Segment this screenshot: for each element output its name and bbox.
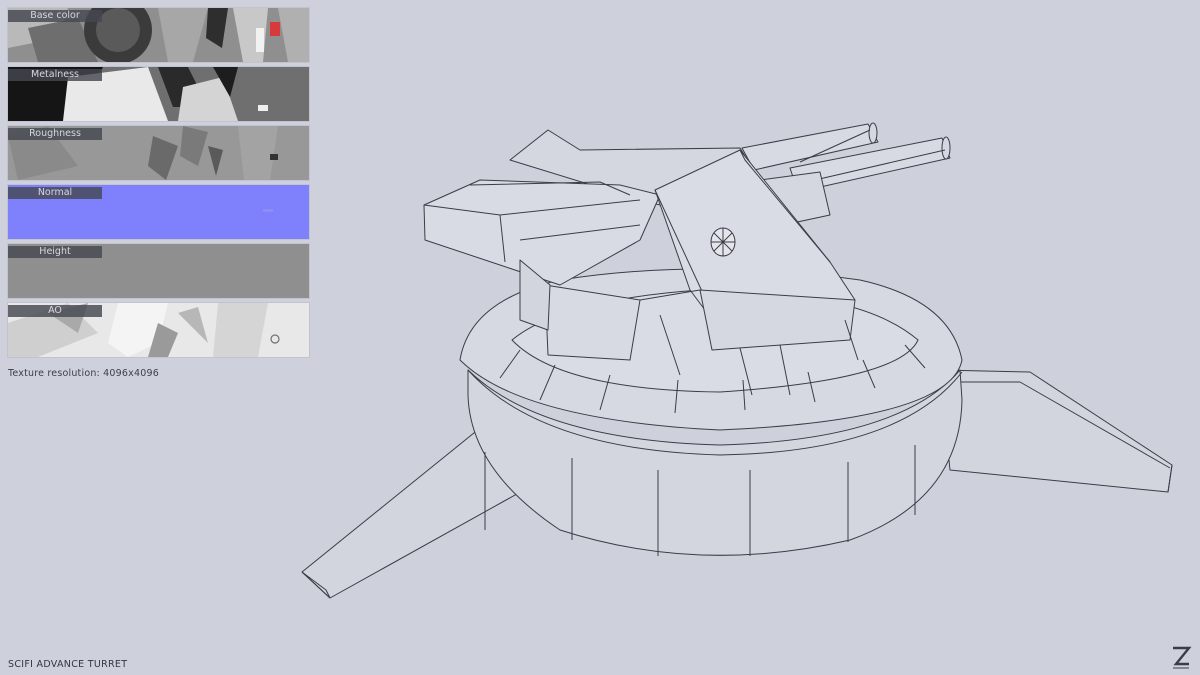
texture-swatch-roughness: Roughness (8, 126, 309, 180)
texture-resolution-text: Texture resolution: 4096x4096 (8, 368, 159, 379)
texture-label: Metalness (8, 69, 102, 81)
model-title: SCIFI ADVANCE TURRET (8, 659, 128, 670)
texture-maps-panel: Base color Metalness Roughness Normal He… (8, 8, 309, 362)
texture-label: Height (8, 246, 102, 258)
texture-swatch-ao: AO (8, 303, 309, 357)
turret-wireframe-render (301, 122, 1173, 599)
texture-label: Normal (8, 187, 102, 199)
texture-label: AO (8, 305, 102, 317)
texture-swatch-base-color: Base color (8, 8, 309, 62)
texture-swatch-height: Height (8, 244, 309, 298)
texture-label: Roughness (8, 128, 102, 140)
texture-swatch-metalness: Metalness (8, 67, 309, 121)
z-logo-icon (1173, 646, 1192, 669)
texture-swatch-normal: Normal (8, 185, 309, 239)
texture-label: Base color (8, 10, 102, 22)
